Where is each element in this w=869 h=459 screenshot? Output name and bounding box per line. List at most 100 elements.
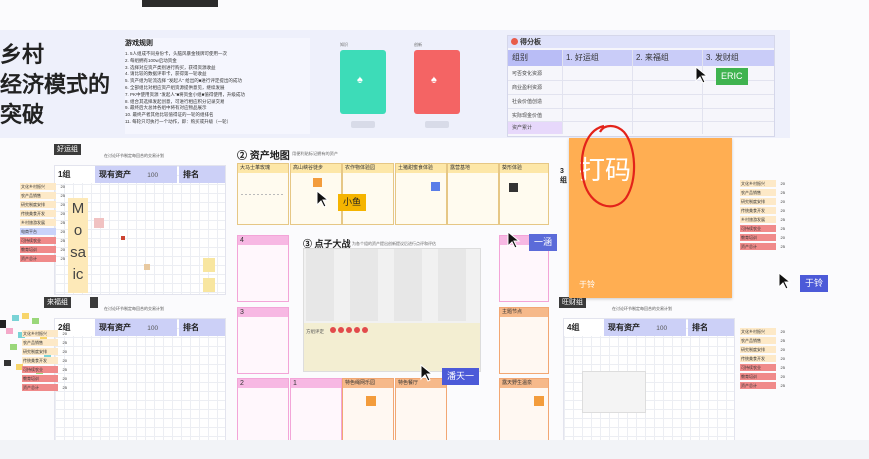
- grid-line: [508, 94, 774, 95]
- mosaic-sticky-note[interactable]: M o sa ic: [68, 198, 88, 293]
- scoreboard-col-2: 2. 来福组: [632, 50, 702, 66]
- asset-tile[interactable]: 大马士革玫瑰: [237, 163, 289, 225]
- idea-battle-board[interactable]: 方组评定: [303, 248, 481, 372]
- asset-label: 现有资产: [608, 323, 640, 332]
- rule-line: 3. 选择对应资产类别进行购买，获得资源收益: [125, 64, 216, 70]
- side-item-label: 农产品销售: [23, 340, 43, 345]
- asset-tile-numbered[interactable]: 4: [237, 235, 289, 302]
- side-item-value: 20: [62, 376, 67, 381]
- rule-line: 1. 5人组成不同身份卡，头脑风暴金钱牌可使用一次: [125, 51, 228, 56]
- side-item-label: 文化乡村振兴: [741, 181, 765, 186]
- side-item-label: 可持续农业: [21, 238, 41, 243]
- asset-tile-numbered[interactable]: 2: [237, 378, 289, 444]
- side-item-label: 传统美食开发: [741, 356, 765, 361]
- innovation-card[interactable]: ♠: [414, 50, 460, 114]
- group-name: 4组: [564, 319, 604, 336]
- side-item-label: 文化乡村振兴: [21, 184, 45, 189]
- rules-title: 游戏规则: [125, 40, 153, 47]
- side-item-value: 25: [780, 226, 785, 231]
- sticker[interactable]: [144, 264, 150, 270]
- side-item-value: 25: [780, 190, 785, 195]
- battle-column: [394, 249, 422, 321]
- battle-score-bar: 方组评定: [304, 323, 480, 371]
- side-item-label: 研究制度安排: [741, 199, 765, 204]
- side-item-value: 20: [60, 184, 65, 189]
- battle-column: [438, 249, 466, 321]
- heart-icon: [330, 327, 336, 333]
- side-item-value: 20: [780, 356, 785, 361]
- cursor-icon: [695, 66, 709, 84]
- group-caption: 在讨论环节制定每回合的交易计划: [104, 153, 164, 158]
- asset-tile[interactable]: 特色绳网乐园: [342, 378, 394, 444]
- side-item-value: 25: [60, 256, 65, 261]
- idea-battle-subtitle: 为各个组的资产提出创新提议后进行点评和评估: [352, 241, 436, 246]
- side-item-label: 农产品销售: [741, 190, 761, 195]
- group-tag: 旺财组: [559, 297, 586, 308]
- side-item-label: 传统美食开发: [21, 211, 45, 216]
- asset-tile[interactable]: 露天野生温泉: [499, 378, 549, 444]
- collaborator-tag: ERIC: [716, 68, 748, 85]
- side-item-label: 可持续农业: [741, 226, 761, 231]
- side-item-value: 25: [62, 367, 67, 372]
- upgrade-button[interactable]: [425, 121, 449, 128]
- buy-button[interactable]: [351, 121, 375, 128]
- scoreboard-header: 得分板: [508, 36, 774, 48]
- side-item-value: 25: [62, 385, 67, 390]
- group-panel-2[interactable]: 2组 现有资产 100 排名: [54, 318, 226, 444]
- side-resource-list: 文化乡村振兴 20 农产品销售 25 研究制度安排 20 传统美食开发 20 可持续农业…: [22, 330, 67, 393]
- side-item-value: 20: [780, 208, 785, 213]
- asset-tile[interactable]: 土猪甜蜜食体验: [395, 163, 447, 225]
- sticky-note[interactable]: [366, 396, 376, 406]
- side-item-label: 乡村旅游发展: [21, 220, 45, 225]
- side-item-value: 25: [60, 238, 65, 243]
- toolbar-fragment: [142, 0, 218, 7]
- tile-title: 特色绳网乐园: [343, 379, 393, 388]
- tile-number: 2: [240, 380, 244, 387]
- side-item-value: 20: [62, 358, 67, 363]
- sticky-note[interactable]: [534, 396, 544, 406]
- asset-tile[interactable]: 葵形体验: [499, 163, 549, 225]
- tag-handle: [90, 297, 98, 308]
- side-item-label: 资产总计: [741, 383, 757, 388]
- asset-tile[interactable]: 主题节点: [499, 307, 549, 374]
- asset-value: 100: [147, 325, 159, 332]
- sticky-note[interactable]: [203, 258, 215, 272]
- scoreboard-row-label: 可否变化资源: [512, 71, 543, 77]
- asset-tile-numbered[interactable]: 1: [290, 378, 342, 444]
- collaborator-tag: 潘天一: [442, 368, 480, 385]
- tile-title: 土猪甜蜜食体验: [396, 164, 446, 173]
- sticky-note-author: 于铃: [579, 280, 595, 289]
- scoreboard: 得分板 组别 1. 好运组 2. 来福组 3. 发财组 可否变化资源 商业盈利资…: [507, 35, 775, 137]
- asset-tile[interactable]: 特色餐厅: [395, 378, 447, 444]
- embedded-card[interactable]: [582, 371, 646, 413]
- side-item-label: 资产总计: [741, 244, 757, 249]
- tile-number: 3: [240, 309, 244, 316]
- group-tag: 好运组: [54, 144, 81, 155]
- side-item-label: 传统美食开发: [741, 208, 765, 213]
- group-panel-4[interactable]: 4组 现有资产 100 排名: [563, 318, 735, 444]
- trophy-icon: [511, 38, 518, 45]
- title-line: 突破: [0, 102, 45, 127]
- asset-tile[interactable]: 露营基地: [447, 163, 499, 225]
- knowledge-card[interactable]: ♠: [340, 50, 386, 114]
- board-title: 乡村 经济模式的 突破: [0, 40, 120, 130]
- sticky-note[interactable]: [203, 278, 215, 292]
- side-item-value: 25: [780, 365, 785, 370]
- grid-line: [702, 50, 703, 134]
- side-item-value: 20: [780, 199, 785, 204]
- collaborator-tag: 于铃: [800, 275, 829, 292]
- tile-title: 露营基地: [448, 164, 498, 173]
- asset-map-title: ② 资产地图: [237, 151, 290, 162]
- side-item-label: 研究制度安排: [23, 349, 47, 354]
- asset-tile-numbered[interactable]: 3: [237, 307, 289, 374]
- side-item-label: 农产品销售: [21, 193, 41, 198]
- grid-line: [508, 121, 774, 122]
- tile-title: 葵形体验: [500, 164, 548, 173]
- asset-map-subtitle: 用便利贴标记拥有的资产: [292, 151, 339, 156]
- grid-line: [562, 50, 563, 134]
- card-logo-icon: ♠: [357, 74, 363, 86]
- side-item-value: 20: [62, 331, 67, 336]
- side-item-value: 20: [60, 202, 65, 207]
- rule-line: 4. 请比较的数据评审卡，获得第一轮收益: [125, 71, 207, 77]
- sticker[interactable]: [94, 218, 104, 228]
